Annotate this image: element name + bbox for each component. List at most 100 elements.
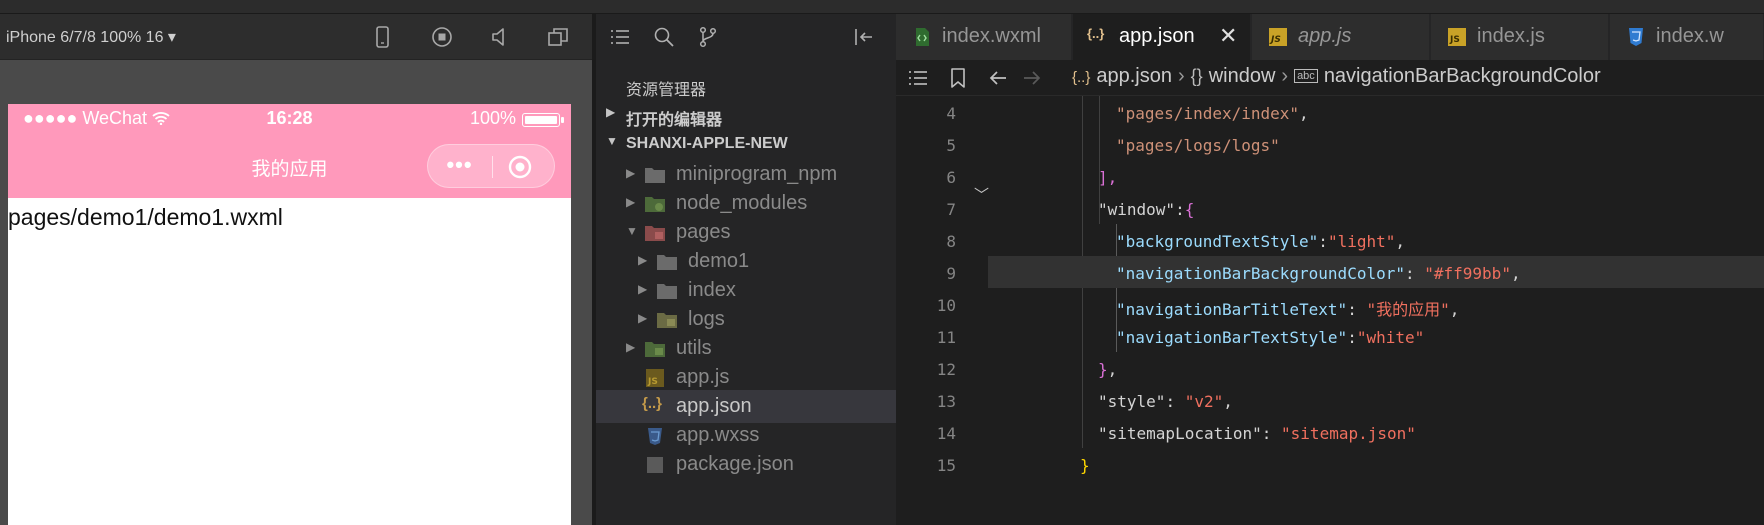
code-text: "navigationBarTextStyle":"white" [1116, 328, 1425, 347]
explorer-panel: 资源管理器 ▶ 打开的编辑器 ▼ SHANXI-APPLE-NEW ▶ mini… [596, 14, 896, 525]
explorer-toolbar [596, 14, 896, 60]
forward-arrow-icon[interactable] [1020, 66, 1044, 90]
svg-text:JS: JS [1449, 35, 1460, 45]
chevron-right-icon: ▶ [638, 282, 648, 296]
window-title-strip [0, 0, 1764, 14]
code-text: "navigationBarBackgroundColor": "#ff99bb… [1116, 264, 1521, 283]
tab-index-wxss[interactable]: index.w [1610, 14, 1764, 60]
navigation-bar: 我的应用 ••• [8, 134, 571, 198]
chevron-right-icon: ▶ [638, 311, 648, 325]
css-file-icon [1626, 27, 1646, 47]
line-number: 15 [936, 456, 956, 475]
code-line[interactable]: 7 "window":{ [896, 192, 1764, 224]
svg-text:JS: JS [647, 377, 658, 387]
close-miniprogram-icon[interactable] [500, 151, 544, 183]
code-text: "window":{ [1098, 200, 1195, 219]
svg-text:JS: JS [1269, 35, 1281, 45]
chevron-right-icon: › [1177, 65, 1185, 87]
explorer-title: 资源管理器 [626, 82, 707, 99]
css-file-icon [648, 428, 662, 445]
bookmark-icon[interactable] [946, 66, 970, 90]
line-number: 7 [946, 200, 956, 219]
code-editor[interactable]: 4 "pages/index/index", 5 "pages/logs/logs" 6… [896, 96, 1764, 525]
detach-window-icon[interactable] [545, 24, 571, 50]
phone-screen: ●●●●● WeChat 16:28 100% 我的应用 ••• pages/d… [8, 104, 571, 525]
chevron-right-icon: ▶ [626, 340, 636, 354]
line-number: 14 [936, 424, 956, 443]
code-line[interactable]: 12}, [896, 352, 1764, 384]
search-icon[interactable] [652, 25, 676, 49]
tab-app-js[interactable]: JS app.js [1252, 14, 1430, 60]
speaker-icon[interactable] [487, 24, 513, 50]
code-line[interactable]: 10 "navigationBarTitleText": "我的应用", [896, 288, 1764, 320]
status-bar: ●●●●● WeChat 16:28 100% [8, 104, 571, 134]
chevron-down-icon: ▼ [606, 134, 618, 148]
outline-list-icon[interactable] [906, 66, 930, 90]
tab-index-wxml[interactable]: index.wxml [896, 14, 1072, 60]
chevron-right-icon: ▶ [638, 253, 648, 267]
line-number: 9 [946, 264, 956, 283]
breadcrumb: {..} app.json ›{} window › abc navigationBarBa… [1072, 65, 1601, 88]
code-text: "pages/logs/logs" [1116, 136, 1280, 155]
chevron-right-icon: ▶ [626, 166, 636, 180]
line-number: 5 [946, 136, 956, 155]
line-number: 12 [936, 360, 956, 379]
tab-bar: index.wxml {..} app.json ✕ JS app.js JS … [896, 14, 1764, 60]
code-line[interactable]: 8 "backgroundTextStyle":"light", [896, 224, 1764, 256]
code-line[interactable]: 4 "pages/index/index", [896, 96, 1764, 128]
string-property-icon: abc [1294, 69, 1318, 83]
collapse-panel-icon[interactable] [852, 25, 876, 49]
breadcrumb-file[interactable]: {..} app.json [1072, 65, 1172, 87]
page-content-text: pages/demo1/demo1.wxml [8, 204, 283, 230]
folder-icon [645, 168, 665, 183]
folder-icon [657, 255, 677, 270]
source-control-icon[interactable] [696, 25, 720, 49]
breadcrumb-window[interactable]: {} window [1191, 65, 1276, 87]
json-file-icon: {..} [1087, 26, 1105, 41]
device-selector[interactable]: iPhone 6/7/8 100% 16 ▾ [6, 27, 176, 47]
stop-record-icon[interactable] [429, 24, 455, 50]
folder-icon [657, 284, 677, 299]
capsule-divider [492, 156, 493, 178]
code-text: "pages/index/index", [1116, 104, 1309, 123]
chevron-right-icon: ▶ [606, 105, 616, 119]
code-line[interactable]: 6], [896, 160, 1764, 192]
chevron-down-icon: ▼ [626, 224, 638, 238]
close-tab-icon[interactable]: ✕ [1219, 23, 1237, 49]
wxml-file-icon [912, 27, 932, 47]
chevron-right-icon: › [1281, 65, 1289, 87]
chevron-right-icon: ▶ [626, 195, 636, 209]
code-line[interactable]: 11 "navigationBarTextStyle":"white" [896, 320, 1764, 352]
json-file-icon: {..} [642, 395, 663, 412]
javascript-file-icon: JS [1268, 27, 1288, 47]
object-icon: {} [1190, 66, 1203, 86]
tab-index-js[interactable]: JS index.js [1431, 14, 1609, 60]
line-number: 11 [936, 328, 956, 347]
simulator-toolbar: iPhone 6/7/8 100% 16 ▾ [0, 14, 592, 60]
line-number: 13 [936, 392, 956, 411]
line-number: 8 [946, 232, 956, 251]
breadcrumb-bar: {..} app.json ›{} window › abc navigationBarBa… [896, 60, 1764, 96]
javascript-file-icon: JS [1447, 27, 1467, 47]
code-text: "sitemapLocation": "sitemap.json" [1098, 424, 1416, 443]
tab-app-json[interactable]: {..} app.json ✕ [1073, 14, 1251, 60]
pages-folder-icon [645, 226, 665, 241]
list-icon[interactable] [608, 25, 632, 49]
breadcrumb-property[interactable]: abc navigationBarBackgroundColor [1294, 65, 1601, 87]
tree-file-package-json[interactable]: package.json [596, 448, 896, 481]
code-line[interactable]: 15} [896, 448, 1764, 480]
open-editors-section[interactable]: ▶ 打开的编辑器 [596, 100, 896, 130]
back-arrow-icon[interactable] [986, 66, 1010, 90]
code-line[interactable]: 13 "style": "v2", [896, 384, 1764, 416]
code-line[interactable]: 5 "pages/logs/logs" [896, 128, 1764, 160]
code-line[interactable]: 14 "sitemapLocation": "sitemap.json" [896, 416, 1764, 448]
more-icon[interactable]: ••• [428, 145, 491, 187]
phone-icon[interactable] [369, 24, 395, 50]
code-text: ], [1098, 168, 1118, 187]
project-section[interactable]: ▼ SHANXI-APPLE-NEW [596, 129, 896, 159]
code-line[interactable]: 9 "navigationBarBackgroundColor": "#ff99b… [946, 256, 1764, 288]
fold-chevron-icon[interactable]: ﹀ [974, 184, 989, 205]
code-text: "backgroundTextStyle":"light", [1116, 232, 1406, 251]
javascript-file-icon: JS [646, 369, 664, 387]
package-file-icon [647, 457, 663, 473]
